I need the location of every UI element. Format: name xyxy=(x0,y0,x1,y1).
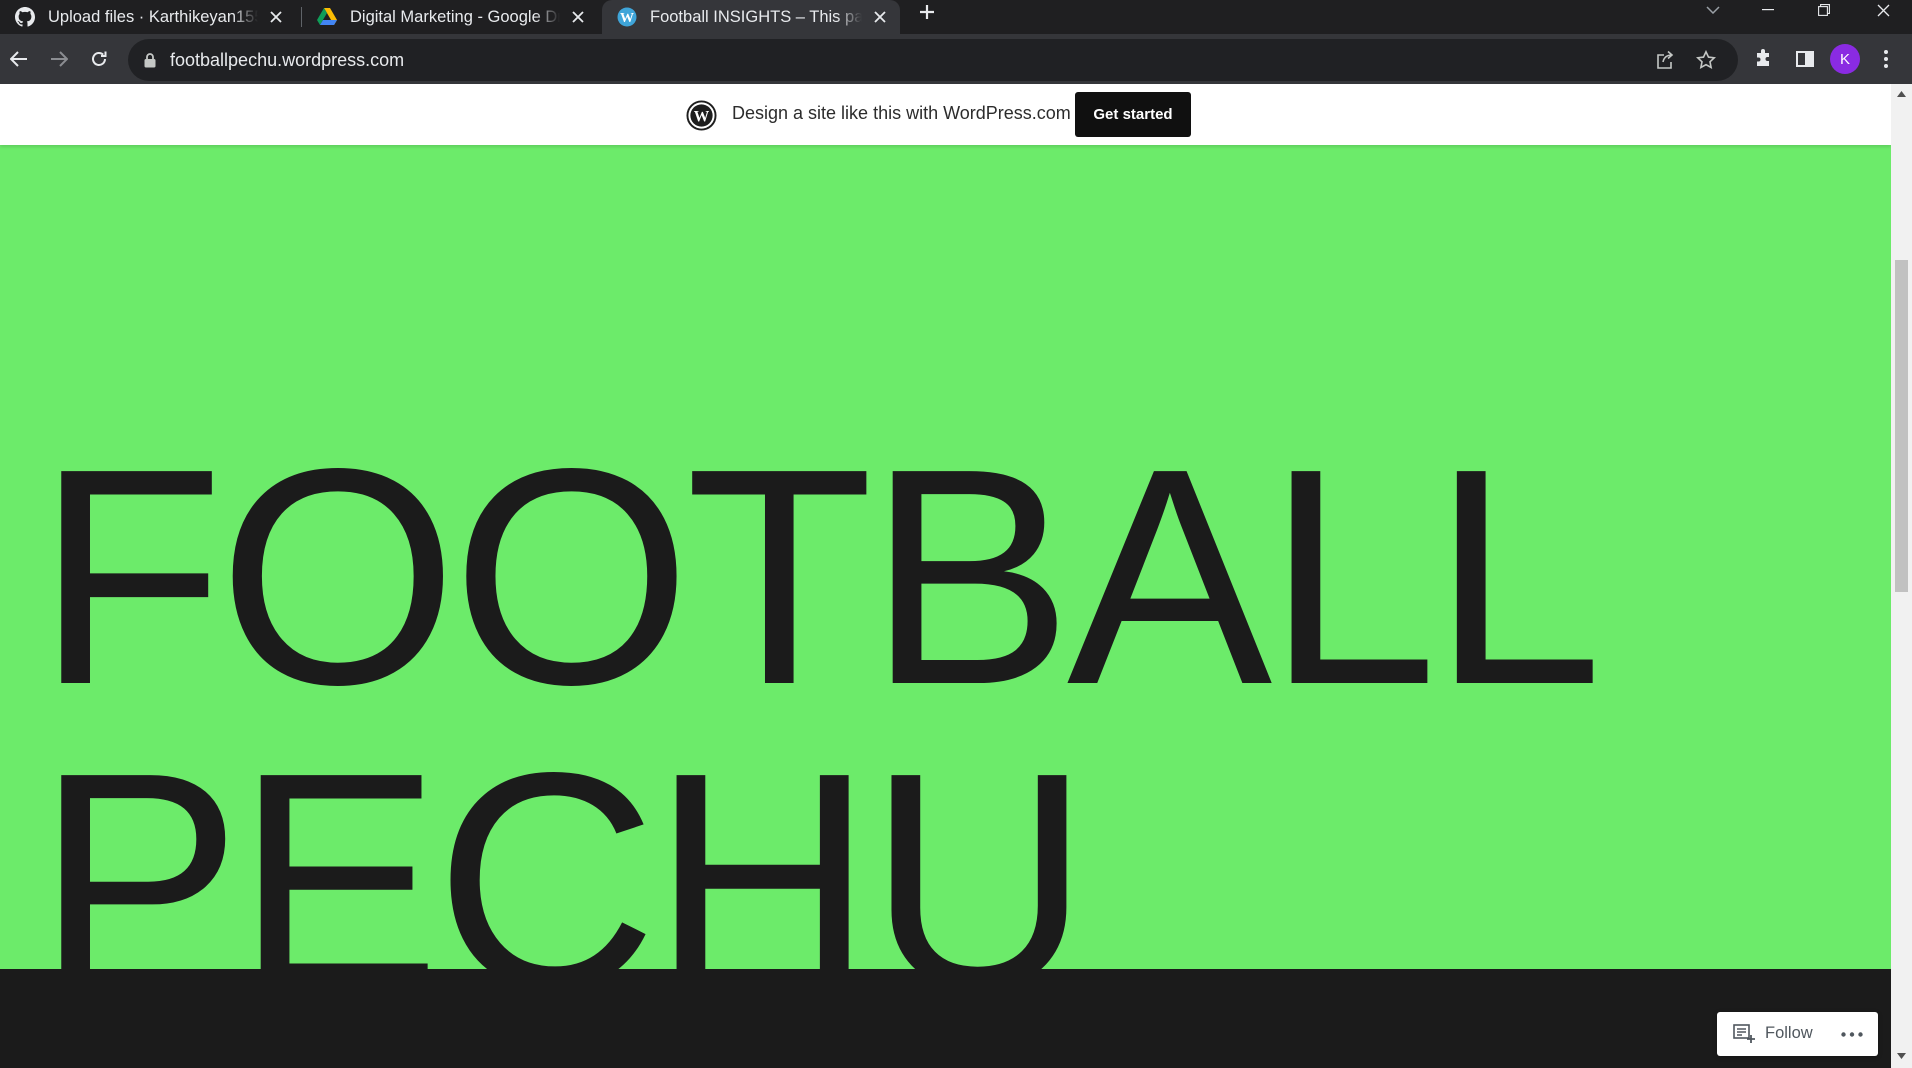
tab-strip: Upload files · Karthikeyan155/Digital-Ma… xyxy=(0,0,1912,34)
wordpress-icon: W xyxy=(616,6,638,28)
star-icon xyxy=(1696,50,1716,70)
profile-avatar[interactable]: K xyxy=(1830,44,1860,74)
tab-google-drive[interactable]: Digital Marketing - Google Drive xyxy=(302,0,598,34)
close-tab-icon[interactable] xyxy=(870,7,890,27)
promo-text[interactable]: Design a site like this with WordPress.c… xyxy=(732,103,1071,124)
arrow-left-icon xyxy=(10,51,27,67)
reload-button[interactable] xyxy=(82,42,116,76)
svg-text:W: W xyxy=(620,11,634,26)
address-bar[interactable]: footballpechu.wordpress.com xyxy=(128,39,1738,81)
restore-button[interactable] xyxy=(1801,0,1847,20)
browser-toolbar: footballpechu.wordpress.com K xyxy=(0,34,1912,84)
scroll-up-arrow-icon[interactable] xyxy=(1896,90,1907,98)
follow-bar: Follow xyxy=(1717,1012,1878,1056)
reload-icon xyxy=(92,51,107,66)
dark-section xyxy=(0,969,1891,1068)
plus-icon xyxy=(920,5,934,19)
back-button[interactable] xyxy=(2,42,36,76)
chevron-down-icon xyxy=(1706,6,1720,14)
ellipsis-icon xyxy=(1841,1031,1863,1037)
share-button[interactable] xyxy=(1648,43,1682,77)
restore-icon xyxy=(1818,4,1830,16)
more-options-button[interactable] xyxy=(1835,1022,1869,1046)
new-tab-button[interactable] xyxy=(912,0,942,24)
browser-menu-button[interactable] xyxy=(1869,42,1903,76)
close-tab-icon[interactable] xyxy=(266,7,286,27)
extensions-button[interactable] xyxy=(1747,42,1781,76)
site-title-line-1[interactable]: FOOTBALL xyxy=(36,423,1603,731)
side-panel-button[interactable] xyxy=(1788,42,1822,76)
google-drive-icon xyxy=(316,6,338,28)
get-started-button[interactable]: Get started xyxy=(1075,92,1191,137)
share-icon xyxy=(1657,50,1674,69)
minimize-button[interactable] xyxy=(1745,0,1791,20)
minimize-icon xyxy=(1762,9,1774,11)
close-tab-icon[interactable] xyxy=(568,7,588,27)
hero-section: FOOTBALL PECHU xyxy=(0,145,1891,1035)
page-viewport: W Design a site like this with WordPress… xyxy=(0,84,1891,1068)
puzzle-icon xyxy=(1757,49,1769,66)
url-text[interactable]: footballpechu.wordpress.com xyxy=(170,50,404,71)
kebab-menu-icon xyxy=(1884,50,1888,68)
scroll-down-arrow-icon[interactable] xyxy=(1896,1052,1907,1060)
tab-title: Upload files · Karthikeyan155/Digital-Ma… xyxy=(48,7,258,26)
side-panel-icon xyxy=(1796,51,1814,67)
arrow-right-icon xyxy=(51,51,68,67)
tab-search-button[interactable] xyxy=(1690,0,1736,20)
follow-button[interactable]: Follow xyxy=(1765,1024,1813,1043)
lock-icon[interactable] xyxy=(142,51,158,69)
close-icon xyxy=(1877,4,1889,16)
wordpress-logo-icon[interactable]: W xyxy=(686,100,717,131)
tab-github-upload[interactable]: Upload files · Karthikeyan155/Digital-Ma… xyxy=(0,0,296,34)
svg-text:W: W xyxy=(694,108,710,125)
reader-follow-icon[interactable] xyxy=(1733,1024,1755,1044)
close-window-button[interactable] xyxy=(1860,0,1906,20)
tab-title: Football INSIGHTS – This page is for foo… xyxy=(650,7,862,26)
forward-button[interactable] xyxy=(42,42,76,76)
page-scrollbar[interactable] xyxy=(1891,84,1912,1068)
scrollbar-thumb[interactable] xyxy=(1895,260,1908,592)
bookmark-button[interactable] xyxy=(1689,43,1723,77)
wordpress-promo-banner: W Design a site like this with WordPress… xyxy=(0,84,1891,145)
tab-title: Digital Marketing - Google Drive xyxy=(350,7,560,26)
tab-football-insights[interactable]: W Football INSIGHTS – This page is for f… xyxy=(602,0,900,34)
github-icon xyxy=(14,6,36,28)
